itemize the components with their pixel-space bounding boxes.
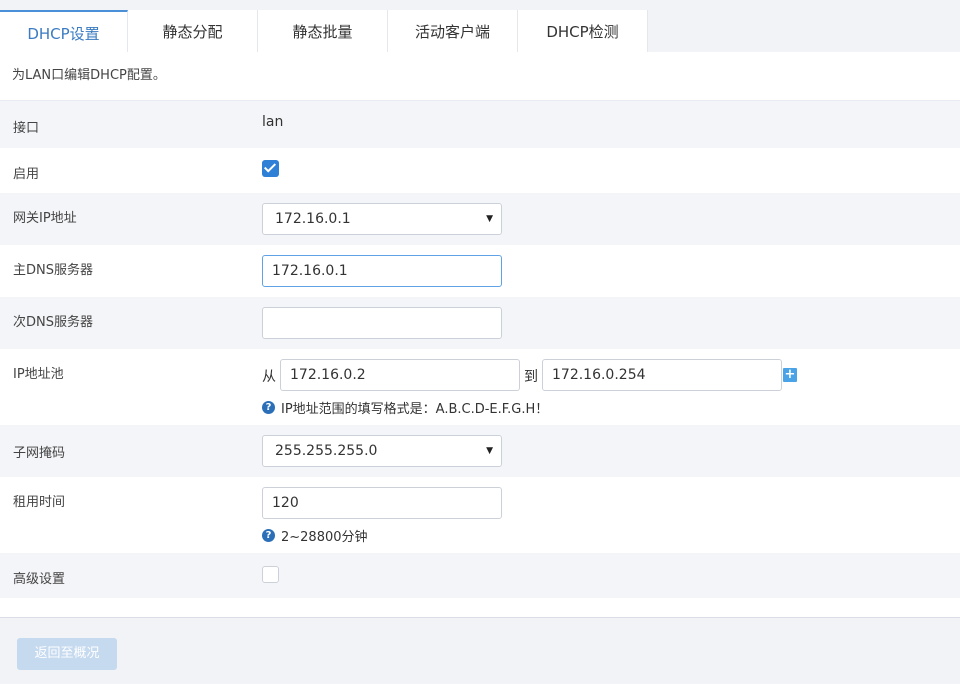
ip-pool-start-input[interactable]: 172.16.0.2 xyxy=(280,359,520,391)
row-interface: 接口 lan xyxy=(0,101,960,148)
question-circle-icon: ? xyxy=(262,401,275,414)
subnet-mask-select[interactable]: 255.255.255.0 ▼ xyxy=(262,435,502,467)
row-secondary-dns: 次DNS服务器 xyxy=(0,297,960,349)
row-primary-dns: 主DNS服务器 172.16.0.1 xyxy=(0,245,960,297)
tab-static-allocation[interactable]: 静态分配 xyxy=(128,10,258,52)
question-circle-icon: ? xyxy=(262,529,275,542)
panel-description: 为LAN口编辑DHCP配置。 xyxy=(0,52,960,101)
gateway-label: 网关IP地址 xyxy=(13,211,77,226)
interface-value: lan xyxy=(262,114,284,130)
row-ip-pool: IP地址池 从 172.16.0.2 到 172.16.0.254 + ? IP… xyxy=(0,349,960,425)
row-gateway: 网关IP地址 172.16.0.1 ▼ xyxy=(0,193,960,245)
primary-dns-input[interactable]: 172.16.0.1 xyxy=(262,255,502,287)
subnet-mask-label: 子网掩码 xyxy=(13,446,66,461)
tab-label: 静态分配 xyxy=(162,22,223,41)
ip-pool-end-input[interactable]: 172.16.0.254 xyxy=(542,359,782,391)
tab-label: 活动客户端 xyxy=(414,22,490,41)
lease-time-hint: ? 2~28800分钟 xyxy=(262,526,368,545)
tab-label: DHCP设置 xyxy=(27,24,100,43)
row-subnet-mask: 子网掩码 255.255.255.0 ▼ xyxy=(0,425,960,477)
secondary-dns-input[interactable] xyxy=(262,307,502,339)
ip-pool-from-label: 从 xyxy=(262,369,276,385)
tab-static-batch[interactable]: 静态批量 xyxy=(258,10,388,52)
subnet-mask-select-value: 255.255.255.0 xyxy=(275,443,378,459)
row-enable: 启用 xyxy=(0,148,960,193)
tab-dhcp-detection[interactable]: DHCP检测 xyxy=(518,10,648,52)
plus-icon[interactable]: + xyxy=(783,368,797,382)
enable-checkbox[interactable] xyxy=(262,160,279,177)
advanced-label: 高级设置 xyxy=(13,572,66,587)
row-advanced: 高级设置 xyxy=(0,553,960,598)
advanced-checkbox[interactable] xyxy=(262,566,279,583)
tab-dhcp-settings[interactable]: DHCP设置 xyxy=(0,10,128,52)
tab-label: 静态批量 xyxy=(292,22,353,41)
tab-bar: DHCP设置 静态分配 静态批量 活动客户端 DHCP检测 xyxy=(0,10,648,52)
caret-down-icon: ▼ xyxy=(486,214,493,224)
ip-pool-hint-text: IP地址范围的填写格式是：A.B.C.D-E.F.G.H！ xyxy=(281,402,549,417)
settings-panel: 为LAN口编辑DHCP配置。 接口 lan 启用 网关IP地址 172.16.0… xyxy=(0,52,960,618)
caret-down-icon: ▼ xyxy=(486,446,493,456)
secondary-dns-label: 次DNS服务器 xyxy=(13,315,93,330)
enable-label: 启用 xyxy=(13,167,40,182)
ip-pool-label: IP地址池 xyxy=(13,367,64,382)
gateway-select[interactable]: 172.16.0.1 ▼ xyxy=(262,203,502,235)
interface-label: 接口 xyxy=(13,121,40,136)
ip-pool-to-label: 到 xyxy=(524,369,538,385)
gateway-select-value: 172.16.0.1 xyxy=(275,211,351,227)
lease-time-label: 租用时间 xyxy=(13,495,66,510)
row-lease-time: 租用时间 120 ? 2~28800分钟 xyxy=(0,477,960,553)
lease-time-hint-text: 2~28800分钟 xyxy=(281,530,368,545)
back-to-overview-button[interactable]: 返回至概况 xyxy=(17,638,117,670)
tab-active-clients[interactable]: 活动客户端 xyxy=(388,10,518,52)
lease-time-input[interactable]: 120 xyxy=(262,487,502,519)
primary-dns-label: 主DNS服务器 xyxy=(13,263,93,278)
ip-pool-hint: ? IP地址范围的填写格式是：A.B.C.D-E.F.G.H！ xyxy=(262,398,548,417)
tab-label: DHCP检测 xyxy=(546,22,619,41)
